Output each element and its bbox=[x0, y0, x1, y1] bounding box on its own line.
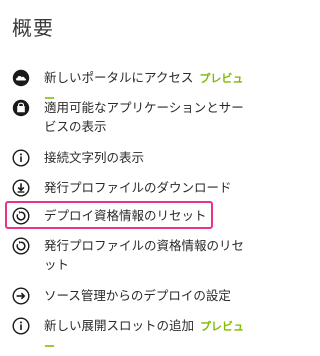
overview-panel: 概要 新しいポータルにアクセス プレビュー 適用可能なアプリケーションとサービスの… bbox=[0, 0, 259, 353]
link-reset-publish-profile-credentials-label: 発行プロファイルの資格情報のリセット bbox=[44, 238, 245, 272]
link-setup-source-control-deploy[interactable]: ソース管理からのデプロイの設定 bbox=[12, 286, 252, 305]
cloud-icon bbox=[12, 69, 30, 87]
info-icon bbox=[12, 317, 30, 335]
link-download-publish-profile-label: 発行プロファイルのダウンロード bbox=[44, 180, 232, 195]
bag-icon bbox=[12, 99, 30, 117]
link-add-deployment-slot-label: 新しい展開スロットの追加 bbox=[44, 318, 195, 333]
reset-icon bbox=[12, 207, 30, 225]
link-add-deployment-slot[interactable]: 新しい展開スロットの追加 プレビュー bbox=[12, 316, 252, 356]
panel-title: 概要 bbox=[12, 16, 54, 40]
link-view-apps-services[interactable]: 適用可能なアプリケーションとサービスの表示 bbox=[12, 98, 252, 136]
link-view-connection-strings[interactable]: 接続文字列の表示 bbox=[12, 148, 252, 167]
link-reset-deploy-credentials[interactable]: デプロイ資格情報のリセット bbox=[12, 206, 252, 225]
reset-icon bbox=[12, 237, 30, 255]
download-icon bbox=[12, 179, 30, 197]
link-new-portal-label: 新しいポータルにアクセス bbox=[44, 70, 194, 85]
link-view-connection-strings-label: 接続文字列の表示 bbox=[44, 150, 145, 165]
link-reset-deploy-credentials-label: デプロイ資格情報のリセット bbox=[44, 208, 207, 223]
link-download-publish-profile[interactable]: 発行プロファイルのダウンロード bbox=[12, 178, 252, 197]
link-view-apps-services-label: 適用可能なアプリケーションとサービスの表示 bbox=[44, 100, 244, 134]
link-setup-source-control-deploy-label: ソース管理からのデプロイの設定 bbox=[44, 288, 231, 303]
link-reset-publish-profile-credentials[interactable]: 発行プロファイルの資格情報のリセット bbox=[12, 236, 252, 274]
arrow-right-icon bbox=[12, 287, 30, 305]
info-icon bbox=[12, 149, 30, 167]
